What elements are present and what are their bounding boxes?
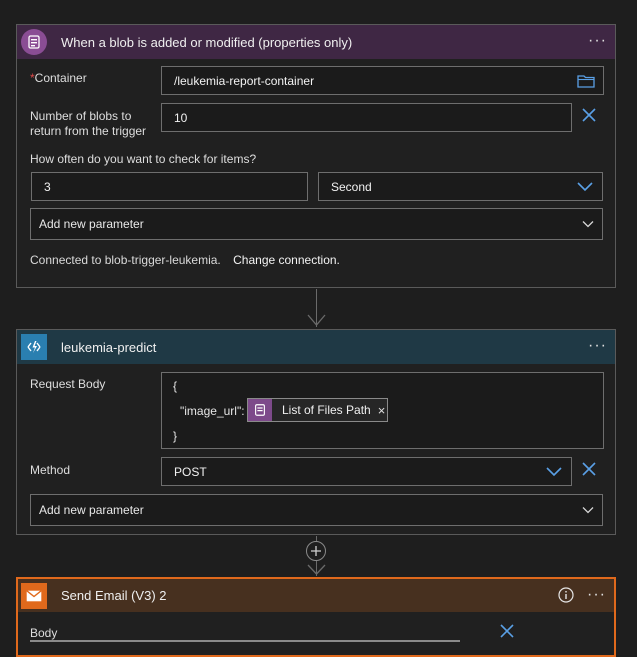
- chevron-down-icon: [582, 507, 594, 514]
- interval-input[interactable]: 3: [31, 172, 308, 201]
- container-value: /leukemia-report-container: [174, 73, 315, 88]
- blob-trigger-card: When a blob is added or modified (proper…: [16, 24, 616, 288]
- interval-value: 3: [44, 179, 51, 194]
- leukemia-predict-title: leukemia-predict: [61, 339, 157, 355]
- blob-trigger-title: When a blob is added or modified (proper…: [61, 34, 353, 50]
- more-options-icon[interactable]: ···: [588, 33, 607, 49]
- arrow-down-icon: [307, 564, 326, 575]
- leukemia-predict-header[interactable]: leukemia-predict ···: [17, 330, 615, 364]
- request-body-editor[interactable]: { "image_url": List of Files Path × }: [161, 372, 604, 449]
- remove-parameter-icon[interactable]: [499, 623, 515, 639]
- mail-icon: [21, 582, 47, 609]
- frequency-select[interactable]: Second: [318, 172, 603, 201]
- connection-text: Connected to blob-trigger-leukemia.: [30, 253, 221, 267]
- plus-icon: [311, 546, 321, 556]
- remove-parameter-icon[interactable]: [581, 461, 597, 477]
- body-open-brace: {: [173, 379, 178, 393]
- more-options-icon[interactable]: ···: [587, 587, 606, 603]
- folder-icon[interactable]: [577, 74, 595, 88]
- send-email-title: Send Email (V3) 2: [61, 588, 167, 603]
- leukemia-predict-card: leukemia-predict ··· Request Body { "ima…: [16, 329, 616, 535]
- container-input[interactable]: /leukemia-report-container: [161, 66, 604, 95]
- method-label: Method: [30, 463, 71, 477]
- dynamic-content-token[interactable]: List of Files Path ×: [247, 398, 388, 422]
- more-options-icon[interactable]: ···: [588, 338, 607, 354]
- method-select[interactable]: POST: [161, 457, 572, 486]
- add-parameter-label: Add new parameter: [39, 503, 144, 517]
- azure-function-icon: [21, 334, 47, 360]
- change-connection-link[interactable]: Change connection.: [233, 253, 340, 267]
- arrow-down-icon: [307, 314, 326, 327]
- add-new-parameter-dropdown[interactable]: Add new parameter: [30, 494, 603, 526]
- body-key: "image_url":: [180, 404, 245, 418]
- remove-parameter-icon[interactable]: [581, 107, 597, 123]
- body-label: Body: [30, 626, 58, 640]
- chevron-down-icon: [546, 467, 562, 477]
- connection-info: Connected to blob-trigger-leukemia. Chan…: [30, 253, 340, 268]
- blobs-count-input[interactable]: 10: [161, 103, 572, 132]
- add-parameter-label: Add new parameter: [39, 217, 144, 231]
- blob-storage-icon: [248, 399, 272, 421]
- send-email-header[interactable]: Send Email (V3) 2 ···: [18, 579, 614, 612]
- interval-label: How often do you want to check for items…: [30, 152, 257, 166]
- token-label: List of Files Path: [282, 403, 371, 417]
- add-step-button[interactable]: [306, 541, 326, 561]
- frequency-value: Second: [331, 179, 372, 194]
- add-new-parameter-dropdown[interactable]: Add new parameter: [30, 208, 603, 240]
- blob-storage-icon: [21, 29, 47, 55]
- blob-trigger-header[interactable]: When a blob is added or modified (proper…: [17, 25, 615, 59]
- container-label: *Container: [30, 71, 87, 85]
- blobs-count-value: 10: [174, 110, 188, 125]
- blobs-count-label: Number of blobs to return from the trigg…: [30, 109, 147, 138]
- request-body-label: Request Body: [30, 377, 106, 391]
- remove-token-icon[interactable]: ×: [378, 403, 386, 418]
- method-value: POST: [174, 464, 207, 479]
- send-email-card: Send Email (V3) 2 ··· Body: [16, 577, 616, 657]
- body-close-brace: }: [173, 429, 178, 443]
- chevron-down-icon: [582, 221, 594, 228]
- chevron-down-icon: [577, 182, 593, 192]
- info-icon[interactable]: [558, 587, 574, 603]
